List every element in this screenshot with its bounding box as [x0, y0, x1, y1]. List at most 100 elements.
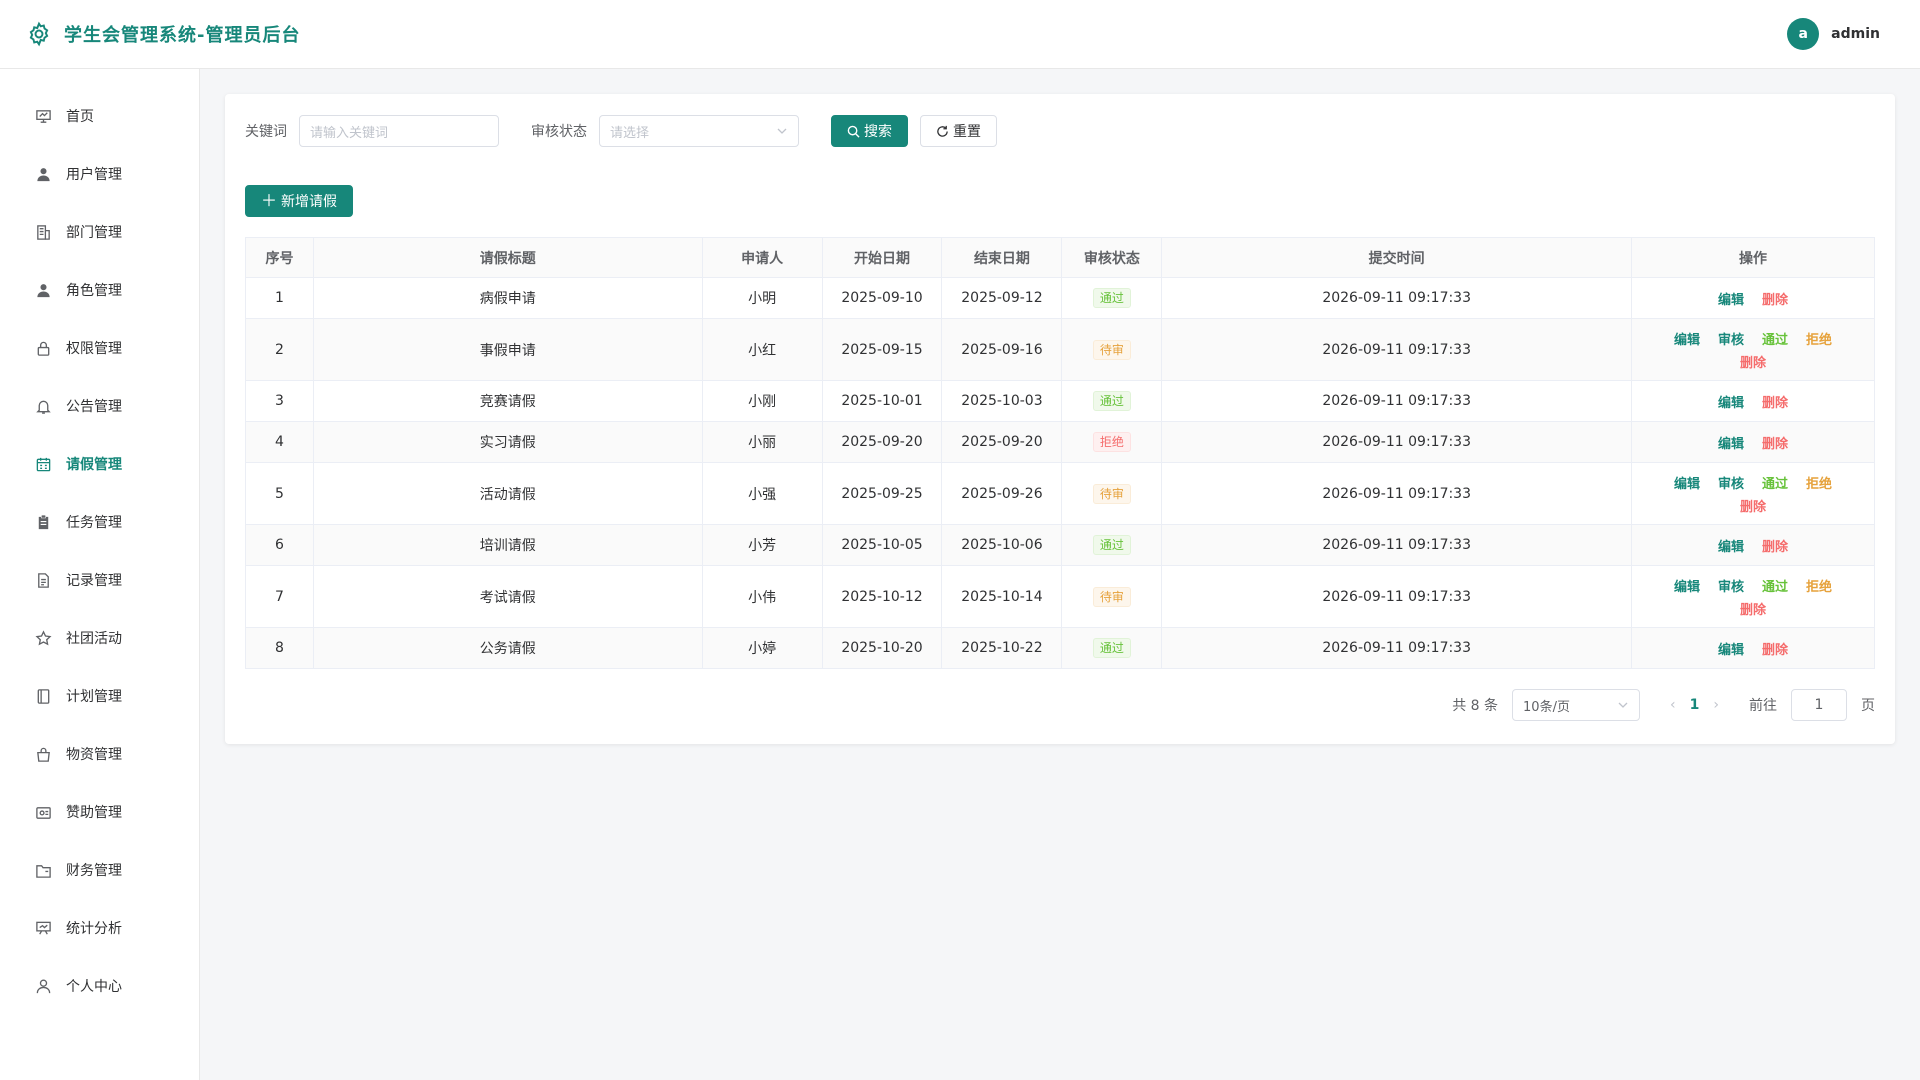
- leave-title: 公务请假: [312, 627, 703, 669]
- page-size-value: 10条/页: [1523, 699, 1570, 715]
- sidebar-item-label: 记录管理: [66, 573, 122, 589]
- sidebar-item-8[interactable]: 记录管理: [0, 551, 199, 609]
- approve-button[interactable]: 通过: [1762, 329, 1788, 348]
- status-cell: 拒绝: [1061, 421, 1163, 463]
- leave-title: 病假申请: [312, 277, 703, 319]
- sidebar-item-13[interactable]: 财务管理: [0, 841, 199, 899]
- leave-title: 竞赛请假: [312, 380, 703, 422]
- filter-bar: 关键词 请输入关键词 审核状态 请选择 搜索 重置: [245, 115, 1875, 147]
- sidebar-item-3[interactable]: 角色管理: [0, 261, 199, 319]
- delete-button[interactable]: 删除: [1762, 392, 1788, 411]
- sidebar-item-2[interactable]: 部门管理: [0, 203, 199, 261]
- sidebar-item-12[interactable]: 赞助管理: [0, 783, 199, 841]
- approve-button[interactable]: 通过: [1762, 576, 1788, 595]
- row-actions: 编辑 审核 通过 拒绝删除: [1653, 576, 1853, 618]
- main-panel: 关键词 请输入关键词 审核状态 请选择 搜索 重置 ＋ 新增请假 序号 请假标题申…: [225, 94, 1895, 744]
- sidebar-item-15[interactable]: 个人中心: [0, 957, 199, 1015]
- bell-icon: [34, 397, 52, 415]
- submitted-time: 2026-09-11 09:17:33: [1161, 277, 1632, 319]
- edit-button[interactable]: 编辑: [1674, 576, 1700, 595]
- submitted-time: 2026-09-11 09:17:33: [1161, 462, 1632, 525]
- edit-button[interactable]: 编辑: [1674, 329, 1700, 348]
- start-date: 2025-10-01: [821, 380, 943, 422]
- search-button[interactable]: 搜索: [831, 115, 908, 147]
- edit-button[interactable]: 编辑: [1718, 433, 1744, 452]
- end-date: 2025-09-20: [941, 421, 1063, 463]
- bag-icon: [34, 745, 52, 763]
- review-button[interactable]: 审核: [1718, 473, 1744, 492]
- row-index: 7: [245, 565, 314, 628]
- row-actions: 编辑 审核 通过 拒绝删除: [1653, 473, 1853, 515]
- sidebar-item-1[interactable]: 用户管理: [0, 145, 199, 203]
- keyword-input[interactable]: 请输入关键词: [299, 115, 499, 147]
- delete-button[interactable]: 删除: [1762, 639, 1788, 658]
- status-badge: 待审: [1092, 586, 1131, 607]
- sidebar-item-label: 用户管理: [66, 167, 122, 183]
- status-badge: 通过: [1092, 391, 1131, 411]
- current-page[interactable]: 1: [1690, 697, 1700, 713]
- end-date: 2025-10-06: [941, 524, 1063, 566]
- sidebar-item-label: 社团活动: [66, 631, 122, 647]
- sidebar-item-9[interactable]: 社团活动: [0, 609, 199, 667]
- row-index: 6: [245, 524, 314, 566]
- goto-page-input[interactable]: 1: [1791, 689, 1847, 721]
- start-date: 2025-10-12: [821, 565, 943, 628]
- sidebar-item-0[interactable]: 首页: [0, 87, 199, 145]
- status-cell: 通过: [1061, 277, 1163, 319]
- delete-button[interactable]: 删除: [1762, 289, 1788, 308]
- applicant-name: 小伟: [701, 565, 823, 628]
- column-header: 操作: [1630, 237, 1876, 278]
- sidebar-item-14[interactable]: 统计分析: [0, 899, 199, 957]
- wallet-icon: [34, 803, 52, 821]
- delete-button[interactable]: 删除: [1740, 496, 1766, 515]
- page-size-select[interactable]: 10条/页: [1512, 689, 1641, 721]
- sidebar-item-label: 公告管理: [66, 399, 122, 415]
- sidebar-item-10[interactable]: 计划管理: [0, 667, 199, 725]
- leave-table: 序号 请假标题 申请人 开始日期 结束日期 审核状态 提交时间 操作 1 病假申请 小明 2025-…: [245, 237, 1876, 669]
- reject-button[interactable]: 拒绝: [1806, 473, 1832, 492]
- status-badge: 待审: [1092, 483, 1131, 504]
- next-page-icon[interactable]: ›: [1713, 697, 1719, 713]
- sidebar-item-label: 首页: [66, 109, 94, 125]
- reject-button[interactable]: 拒绝: [1806, 329, 1832, 348]
- avatar[interactable]: a: [1787, 18, 1820, 50]
- table-row: 1 病假申请 小明 2025-09-10 2025-09-12 通过 2026-09-11 …: [245, 277, 1876, 319]
- review-button[interactable]: 审核: [1718, 576, 1744, 595]
- row-index: 8: [245, 627, 314, 669]
- status-select[interactable]: 请选择: [599, 115, 799, 147]
- user-menu[interactable]: a admin: [1787, 18, 1880, 50]
- sidebar-item-7[interactable]: 任务管理: [0, 493, 199, 551]
- add-leave-button[interactable]: ＋ 新增请假: [245, 185, 354, 217]
- prev-page-icon[interactable]: ‹: [1670, 697, 1676, 713]
- approve-button[interactable]: 通过: [1762, 473, 1788, 492]
- edit-button[interactable]: 编辑: [1718, 392, 1744, 411]
- sidebar-item-5[interactable]: 公告管理: [0, 377, 199, 435]
- gear-icon: [29, 21, 49, 47]
- delete-button[interactable]: 删除: [1740, 599, 1766, 618]
- applicant-name: 小刚: [701, 380, 823, 422]
- submitted-time: 2026-09-11 09:17:33: [1161, 421, 1632, 463]
- reject-button[interactable]: 拒绝: [1806, 576, 1832, 595]
- edit-button[interactable]: 编辑: [1718, 639, 1744, 658]
- edit-button[interactable]: 编辑: [1718, 289, 1744, 308]
- review-button[interactable]: 审核: [1718, 329, 1744, 348]
- sidebar-item-label: 任务管理: [66, 515, 122, 531]
- sidebar-item-label: 请假管理: [66, 457, 122, 473]
- sidebar-item-4[interactable]: 权限管理: [0, 319, 199, 377]
- row-index: 5: [245, 462, 314, 525]
- end-date: 2025-10-03: [941, 380, 1063, 422]
- delete-button[interactable]: 删除: [1762, 433, 1788, 452]
- chevron-down-icon: [777, 128, 787, 134]
- delete-button[interactable]: 删除: [1740, 352, 1766, 371]
- refresh-icon: [937, 125, 948, 137]
- username[interactable]: admin: [1831, 26, 1880, 42]
- delete-button[interactable]: 删除: [1762, 536, 1788, 555]
- edit-button[interactable]: 编辑: [1718, 536, 1744, 555]
- presentation-icon: [34, 919, 52, 937]
- sidebar-item-6[interactable]: 请假管理: [0, 435, 199, 493]
- sidebar-item-11[interactable]: 物资管理: [0, 725, 199, 783]
- start-date: 2025-09-20: [821, 421, 943, 463]
- edit-button[interactable]: 编辑: [1674, 473, 1700, 492]
- status-cell: 通过: [1061, 380, 1163, 422]
- reset-button[interactable]: 重置: [920, 115, 997, 147]
